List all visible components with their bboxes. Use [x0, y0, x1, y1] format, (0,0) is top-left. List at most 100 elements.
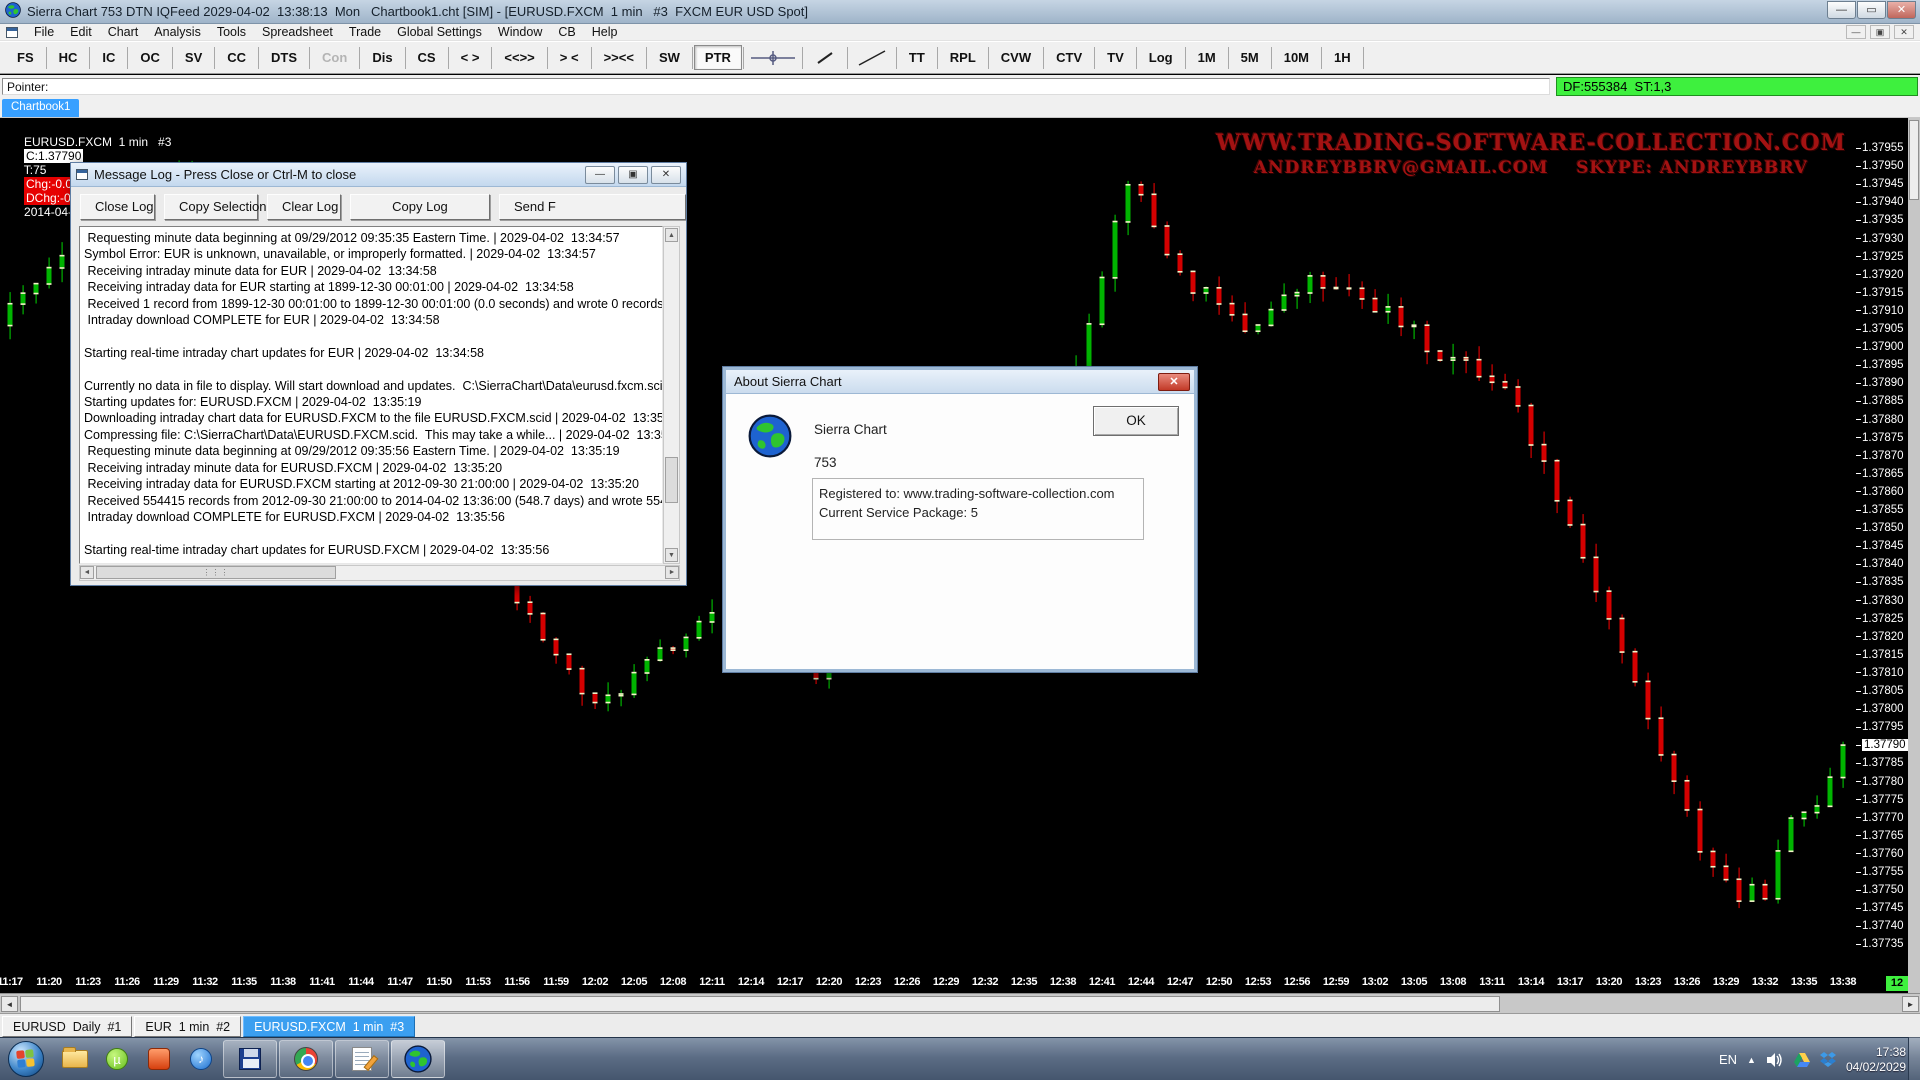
toolbar-dts-button[interactable]: DTS — [260, 45, 308, 70]
toolbar--button[interactable]: <<>> — [493, 45, 545, 70]
toolbar-ctv-button[interactable]: CTV — [1045, 45, 1093, 70]
about-dialog-titlebar[interactable]: About Sierra Chart — [726, 370, 1194, 394]
log-horizontal-scrollbar[interactable]: ◄ ⋮⋮⋮ ► — [79, 565, 680, 581]
toolbar-ic-button[interactable]: IC — [91, 45, 126, 70]
log-copy-log-button[interactable]: Copy Log — [350, 194, 490, 220]
toolbar-5m-button[interactable]: 5M — [1230, 45, 1270, 70]
maximize-icon[interactable]: ▣ — [618, 166, 648, 184]
toolbar-1h-button[interactable]: 1H — [1323, 45, 1362, 70]
minimize-icon[interactable]: — — [585, 166, 615, 184]
price-scale[interactable]: 1.379551.379501.379451.379401.379351.379… — [1856, 118, 1908, 1013]
crosshair-icon[interactable] — [745, 46, 801, 70]
menu-edit[interactable]: Edit — [62, 24, 100, 40]
message-log-titlebar[interactable]: Message Log - Press Close or Ctrl-M to c… — [71, 163, 686, 187]
log-hscroll-thumb[interactable]: ⋮⋮⋮ — [96, 566, 336, 579]
log-close-log-button[interactable]: Close Log — [80, 194, 155, 220]
toolbar-log-button[interactable]: Log — [1138, 45, 1184, 70]
scroll-left-icon[interactable]: ◄ — [1, 996, 18, 1012]
mdi-restore-icon[interactable]: ▣ — [1870, 25, 1890, 39]
taskbar-chrome[interactable] — [279, 1040, 333, 1078]
chart-tab[interactable]: EURUSD.FXCM 1 min #3 — [243, 1016, 415, 1037]
toolbar-tv-button[interactable]: TV — [1096, 45, 1135, 70]
toolbar-dis-button[interactable]: Dis — [361, 45, 403, 70]
price-tick — [1856, 890, 1861, 891]
horizontal-scroll-thumb[interactable] — [20, 996, 1500, 1012]
toolbar-10m-button[interactable]: 10M — [1273, 45, 1320, 70]
taskbar-audio-app-blue[interactable]: ♪ — [181, 1040, 221, 1078]
log-send-f-button[interactable]: Send F — [499, 194, 686, 220]
taskbar-floppy-app[interactable] — [223, 1040, 277, 1078]
taskbar-utorrent[interactable]: µ — [97, 1040, 137, 1078]
toolbar-tt-button[interactable]: TT — [898, 45, 936, 70]
toolbar--button[interactable]: < > — [450, 45, 491, 70]
toolbar--button[interactable]: > < — [549, 45, 590, 70]
toolbar-1m-button[interactable]: 1M — [1187, 45, 1227, 70]
chart-area[interactable]: EURUSD.FXCM 1 min #3 C:1.37790 T:75 Chg:… — [0, 118, 1920, 1013]
close-icon[interactable]: ✕ — [1158, 373, 1190, 391]
mdi-minimize-icon[interactable]: — — [1846, 25, 1866, 39]
scroll-down-icon[interactable]: ▼ — [665, 548, 678, 562]
vertical-scroll-thumb[interactable] — [1909, 120, 1919, 200]
toolbar-sv-button[interactable]: SV — [174, 45, 213, 70]
taskbar-notepad[interactable] — [335, 1040, 389, 1078]
time-axis[interactable]: 11:1711:2011:2311:2611:2911:3211:3511:38… — [0, 975, 1856, 992]
scroll-left-icon[interactable]: ◄ — [80, 566, 94, 579]
price-label: 1.37910 — [1856, 303, 1904, 318]
scroll-up-icon[interactable]: ▲ — [665, 228, 678, 242]
menu-chart[interactable]: Chart — [100, 24, 147, 40]
toolbar-oc-button[interactable]: OC — [129, 45, 171, 70]
price-label: 1.37760 — [1856, 846, 1904, 861]
toolbar-cvw-button[interactable]: CVW — [990, 45, 1042, 70]
log-clear-log-button[interactable]: Clear Log — [267, 194, 341, 220]
menu-file[interactable]: File — [26, 24, 62, 40]
menu-spreadsheet[interactable]: Spreadsheet — [254, 24, 341, 40]
toolbar-cc-button[interactable]: CC — [216, 45, 257, 70]
toolbar-rpl-button[interactable]: RPL — [939, 45, 987, 70]
chart-vertical-scrollbar[interactable] — [1908, 118, 1920, 1013]
toolbar--button[interactable]: >><< — [593, 45, 645, 70]
close-icon[interactable]: ✕ — [1887, 1, 1916, 19]
scroll-right-icon[interactable]: ► — [665, 566, 679, 579]
drive-icon[interactable] — [1794, 1052, 1810, 1067]
language-indicator[interactable]: EN — [1719, 1052, 1737, 1067]
log-text-area[interactable]: Requesting minute data beginning at 09/2… — [79, 226, 663, 564]
trendline-icon[interactable] — [849, 46, 895, 70]
log-copy-selection-button[interactable]: Copy Selection — [164, 194, 258, 220]
menu-analysis[interactable]: Analysis — [146, 24, 209, 40]
menu-tools[interactable]: Tools — [209, 24, 254, 40]
tray-expand-icon[interactable]: ▲ — [1747, 1055, 1756, 1065]
mdi-close-icon[interactable]: ✕ — [1894, 25, 1914, 39]
chart-tab[interactable]: EURUSD Daily #1 — [2, 1016, 132, 1037]
chart-horizontal-scrollbar[interactable]: ◄ ► — [0, 993, 1920, 1013]
price-tick — [1856, 564, 1861, 565]
log-vscroll-thumb[interactable] — [665, 457, 678, 503]
menu-window[interactable]: Window — [490, 24, 550, 40]
volume-icon[interactable] — [1766, 1052, 1784, 1068]
menu-help[interactable]: Help — [584, 24, 626, 40]
maximize-icon[interactable]: ▭ — [1857, 1, 1886, 19]
mdi-child-icon[interactable] — [6, 27, 18, 38]
toolbar-cs-button[interactable]: CS — [407, 45, 447, 70]
menu-trade[interactable]: Trade — [341, 24, 389, 40]
start-button[interactable] — [8, 1041, 44, 1077]
chart-tab[interactable]: EUR 1 min #2 — [134, 1016, 241, 1037]
close-icon[interactable]: ✕ — [651, 166, 681, 184]
show-desktop-button[interactable] — [1908, 1037, 1920, 1080]
minimize-icon[interactable]: — — [1827, 1, 1856, 19]
toolbar-ptr-button[interactable]: PTR — [694, 45, 742, 70]
dropbox-icon[interactable] — [1820, 1052, 1836, 1067]
toolbar-fs-button[interactable]: FS — [6, 45, 45, 70]
trendline-short-icon[interactable] — [804, 46, 846, 70]
scroll-right-icon[interactable]: ► — [1902, 996, 1919, 1012]
chartbook-tab[interactable]: Chartbook1 — [2, 99, 79, 117]
taskbar-explorer-folder[interactable] — [55, 1040, 95, 1078]
taskbar-media-player-red[interactable] — [139, 1040, 179, 1078]
menu-cb[interactable]: CB — [550, 24, 583, 40]
taskbar-sierra-chart[interactable] — [391, 1040, 445, 1078]
clock[interactable]: 17:38 04/02/2029 — [1846, 1045, 1906, 1075]
toolbar-sw-button[interactable]: SW — [648, 45, 691, 70]
menu-global-settings[interactable]: Global Settings — [389, 24, 490, 40]
log-vertical-scrollbar[interactable]: ▲ ▼ — [663, 226, 680, 564]
ok-button[interactable]: OK — [1093, 406, 1179, 436]
toolbar-hc-button[interactable]: HC — [48, 45, 89, 70]
